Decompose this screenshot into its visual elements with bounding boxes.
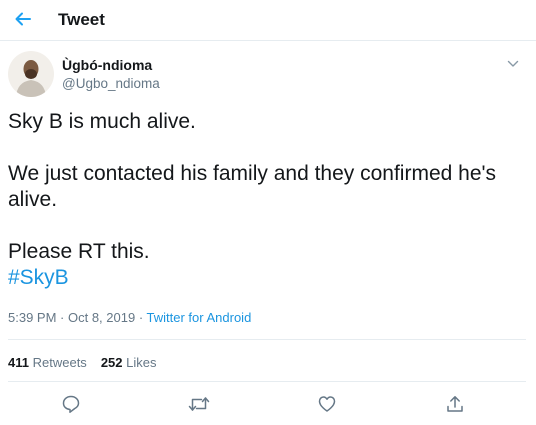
avatar[interactable] [8, 51, 54, 97]
reply-button[interactable] [60, 393, 82, 415]
chevron-down-icon [507, 60, 519, 67]
back-arrow-icon [15, 12, 31, 26]
retweets-label: Retweets [32, 355, 87, 370]
top-bar: Tweet [0, 0, 536, 41]
divider [8, 381, 526, 382]
tweet-time[interactable]: 5:39 PM [8, 310, 56, 325]
user-handle[interactable]: @Ugbo_ndioma [62, 76, 160, 91]
retweet-icon [188, 397, 210, 411]
tweet-source-link[interactable]: Twitter for Android [147, 310, 252, 325]
like-button[interactable] [316, 393, 338, 415]
retweet-button[interactable] [188, 393, 210, 415]
more-options-button[interactable] [504, 55, 522, 73]
display-name[interactable]: Ùgbó-ndioma [62, 57, 152, 73]
share-button[interactable] [444, 393, 466, 415]
likes-label: Likes [126, 355, 157, 370]
likes-stat[interactable]: 252 Likes [101, 355, 157, 370]
page-title: Tweet [58, 10, 105, 29]
meta-separator: · [56, 310, 68, 325]
tweet-line: Sky B is much alive. [8, 110, 196, 133]
share-icon [447, 396, 463, 412]
retweets-count: 411 [8, 355, 29, 370]
tweet-text: Sky B is much alive. We just contacted h… [8, 109, 518, 291]
heart-icon [318, 396, 336, 412]
divider [8, 339, 526, 340]
tweet-metadata: 5:39 PM · Oct 8, 2019 · Twitter for Andr… [8, 310, 251, 325]
tweet-line: Please RT this. [8, 240, 150, 263]
back-button[interactable] [8, 4, 38, 34]
likes-count: 252 [100, 355, 123, 370]
engagement-stats: 411 Retweets 252 Likes [8, 355, 171, 370]
retweets-stat[interactable]: 411 Retweets [8, 355, 87, 370]
reply-icon [62, 395, 80, 413]
tweet-date[interactable]: Oct 8, 2019 [68, 310, 135, 325]
tweet-line: We just contacted his family and they co… [8, 162, 497, 211]
profile-photo [8, 51, 54, 97]
meta-separator: · [135, 310, 147, 325]
hashtag-link[interactable]: #SkyB [8, 265, 518, 291]
